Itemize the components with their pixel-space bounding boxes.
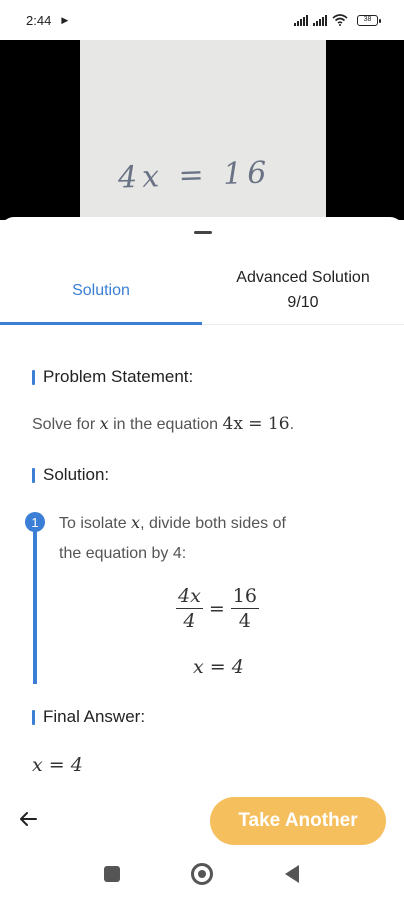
- problem-statement-heading: Problem Statement:: [32, 367, 193, 387]
- active-tab-indicator: [0, 322, 202, 325]
- step-line: [33, 520, 37, 684]
- signal-icon: [294, 14, 308, 26]
- step-variable: x: [131, 513, 141, 532]
- equals-sign: =: [208, 597, 225, 620]
- section-bar: [32, 467, 35, 483]
- solution-heading: Solution:: [32, 465, 109, 485]
- step-result: x = 4: [193, 656, 244, 678]
- navigation-bar: [0, 850, 404, 900]
- status-time: 2:44: [26, 12, 52, 28]
- fraction-left: 4x 4: [176, 585, 203, 632]
- fraction-right-denominator: 4: [230, 608, 259, 632]
- paper-image: [80, 40, 326, 220]
- tab-advanced-solution[interactable]: Advanced Solution 9/10: [202, 255, 404, 325]
- tab-advanced-count: 9/10: [287, 294, 319, 311]
- play-icon: ▶: [61, 14, 69, 25]
- recent-apps-icon[interactable]: [104, 866, 120, 882]
- wifi-icon: [332, 14, 348, 26]
- final-answer-heading: Final Answer:: [32, 707, 145, 727]
- step-text-part: , divide both sides of: [140, 515, 286, 532]
- solution-title: Solution:: [43, 465, 110, 484]
- tab-solution-label: Solution: [72, 281, 130, 299]
- camera-preview: 4x = 16: [0, 40, 404, 220]
- step-text-part: To isolate: [59, 515, 132, 532]
- final-answer-value: x = 4: [32, 754, 83, 776]
- signal-icon-2: [313, 14, 327, 26]
- problem-text-part: .: [289, 416, 295, 433]
- problem-text-part: Solve for: [32, 416, 100, 433]
- problem-statement-title: Problem Statement:: [43, 367, 194, 386]
- take-another-button[interactable]: Take Another: [210, 797, 386, 845]
- status-bar: 2:44 ▶ 38: [0, 0, 404, 40]
- fraction-right-numerator: 16: [232, 585, 257, 607]
- status-icons: 38: [294, 14, 381, 26]
- section-bar: [32, 369, 35, 385]
- step-text-line-1: To isolate x, divide both sides of: [59, 513, 286, 533]
- problem-equation: 4x = 16: [222, 414, 290, 434]
- fraction-left-numerator: 4x: [178, 585, 201, 607]
- section-bar: [32, 709, 35, 725]
- step-number-badge: 1: [25, 512, 45, 532]
- battery-icon: 38: [357, 14, 381, 26]
- problem-text-part: in the equation: [108, 416, 223, 433]
- tab-solution[interactable]: Solution: [0, 255, 202, 325]
- drag-handle[interactable]: [194, 231, 212, 234]
- home-icon[interactable]: [191, 863, 213, 885]
- fraction-equation: 4x 4 = 16 4: [176, 585, 259, 632]
- step-text-line-2: the equation by 4:: [59, 545, 187, 562]
- handwritten-equation: 4x = 16: [117, 155, 272, 196]
- tab-bar: Solution Advanced Solution 9/10: [0, 255, 404, 325]
- problem-text: Solve for x in the equation 4x = 16.: [32, 414, 294, 434]
- tab-advanced-label: Advanced Solution: [236, 269, 370, 286]
- final-answer-title: Final Answer:: [43, 707, 146, 726]
- fraction-right: 16 4: [230, 585, 259, 632]
- back-icon[interactable]: [285, 865, 299, 883]
- fraction-left-denominator: 4: [176, 608, 203, 632]
- back-arrow-icon[interactable]: [16, 807, 40, 831]
- solution-sheet: Solution Advanced Solution 9/10 Problem …: [0, 217, 404, 900]
- problem-variable: x: [99, 414, 109, 433]
